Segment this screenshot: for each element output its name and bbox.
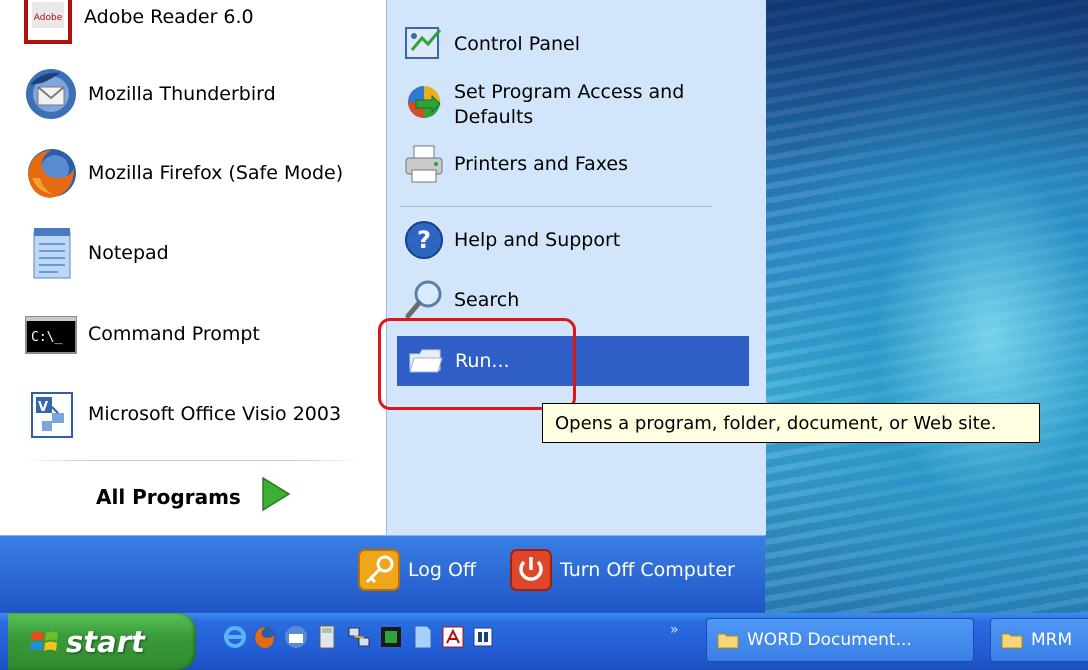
control-panel-item[interactable]: Control Panel [402,22,580,66]
task-label: MRM [1031,630,1073,650]
acrobat-icon[interactable] [440,624,466,650]
power-icon [508,547,554,593]
thunderbird-icon [22,65,80,123]
folder-icon [1001,631,1023,649]
adobe-reader-icon: Adobe [18,0,76,46]
program-label: Mozilla Firefox (Safe Mode) [88,162,344,184]
firefox-quicklaunch-icon[interactable] [252,624,278,650]
log-off-button[interactable]: Log Off [356,545,476,595]
svg-text:?: ? [417,226,431,254]
svg-text:V: V [38,400,48,415]
start-menu-left-pane: Adobe Adobe Reader 6.0 Mozilla Thunderbi… [0,0,386,535]
folder-icon [717,631,739,649]
program-label: Notepad [88,242,169,264]
thunderbird-quicklaunch-icon[interactable] [283,624,309,650]
command-prompt-icon: C:\_ [22,305,80,363]
ie-icon[interactable] [222,624,248,650]
taskbar-button-word-document[interactable]: WORD Document... [706,618,974,662]
app-icon[interactable] [470,624,496,650]
calculator-icon[interactable] [314,624,340,650]
help-support-item[interactable]: ? Help and Support [402,218,620,262]
program-label: Adobe Reader 6.0 [84,6,254,28]
program-label: Microsoft Office Visio 2003 [88,403,342,425]
separator [22,460,362,461]
program-label: Mozilla Thunderbird [88,83,276,105]
item-label: Printers and Faxes [454,153,629,175]
item-label: Help and Support [454,229,621,251]
key-icon [356,547,402,593]
log-off-label: Log Off [408,559,477,581]
item-label: Control Panel [454,33,580,55]
task-label: WORD Document... [747,630,912,650]
taskbar-button-mrm[interactable]: MRM [990,618,1088,662]
media-icon[interactable] [378,624,404,650]
program-command-prompt[interactable]: C:\_ Command Prompt [22,305,260,363]
notepad-icon [22,224,80,282]
tooltip: Opens a program, folder, document, or We… [542,403,1040,443]
program-access-text: Set Program Access and Defaults [454,80,684,130]
item-label: Set Program Access and [454,81,685,103]
program-mozilla-firefox[interactable]: Mozilla Firefox (Safe Mode) [22,144,343,202]
separator [400,206,712,207]
all-programs-button[interactable]: All Programs [96,476,291,517]
svg-text:Adobe: Adobe [34,13,63,23]
help-icon: ? [402,218,446,262]
all-programs-label: All Programs [96,484,241,509]
start-label: start [66,624,145,659]
search-icon [402,278,446,322]
item-label: Search [454,289,520,311]
windows-logo-icon [30,627,60,657]
tooltip-text: Opens a program, folder, document, or We… [555,412,997,434]
svg-text:C:\_: C:\_ [31,330,62,345]
start-menu: Adobe Adobe Reader 6.0 Mozilla Thunderbi… [0,0,766,614]
program-access-item[interactable]: Set Program Access and Defaults [402,80,684,130]
network-icon[interactable] [346,624,372,650]
visio-icon: V [22,385,80,443]
green-arrow-icon [259,476,291,517]
turn-off-button[interactable]: Turn Off Computer [508,545,735,595]
program-visio[interactable]: V Microsoft Office Visio 2003 [22,385,341,443]
document-icon[interactable] [409,624,435,650]
printer-icon [402,142,446,186]
search-item[interactable]: Search [402,278,519,322]
control-panel-icon [402,22,446,66]
item-label-line2: Defaults [454,106,534,128]
program-mozilla-thunderbird[interactable]: Mozilla Thunderbird [22,65,276,123]
annotation-highlight [378,318,576,410]
turn-off-label: Turn Off Computer [560,559,735,581]
firefox-icon [22,144,80,202]
desktop-wallpaper [760,0,1088,613]
program-adobe-reader[interactable]: Adobe Adobe Reader 6.0 [18,0,254,46]
printers-faxes-item[interactable]: Printers and Faxes [402,142,628,186]
quicklaunch-overflow-chevron[interactable]: » [670,622,679,638]
program-access-icon [402,80,446,124]
program-notepad[interactable]: Notepad [22,224,169,282]
program-label: Command Prompt [88,323,260,345]
start-button[interactable]: start [8,613,196,670]
